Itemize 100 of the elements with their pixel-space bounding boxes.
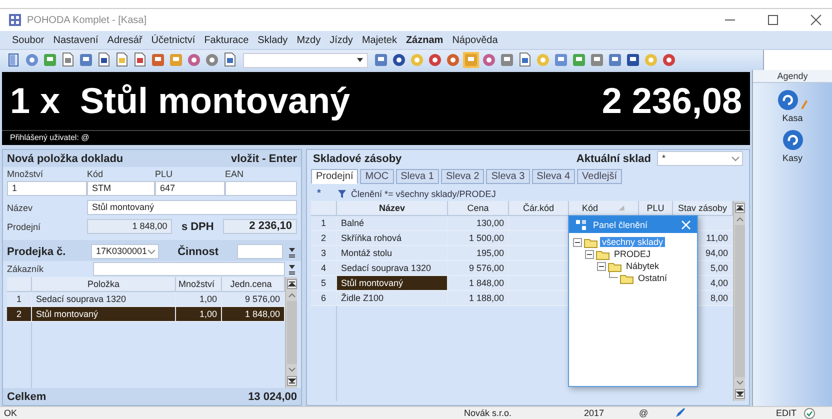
menu-item[interactable]: Záznam bbox=[406, 34, 444, 46]
table-cell bbox=[509, 276, 569, 291]
checkmark-icon bbox=[804, 408, 815, 418]
document-icon[interactable] bbox=[132, 52, 148, 68]
year-text: 2017 bbox=[584, 408, 606, 418]
warehouse-dropdown[interactable]: * bbox=[657, 151, 743, 166]
tab[interactable]: Sleva 1 bbox=[396, 169, 439, 184]
tab[interactable]: Sleva 4 bbox=[532, 169, 576, 184]
table-cell: 1 848,00 bbox=[448, 276, 509, 291]
scrollbar[interactable] bbox=[285, 277, 297, 388]
column-header[interactable]: Jedn.cena bbox=[222, 277, 285, 292]
row-number: 5 bbox=[311, 276, 337, 291]
header-cell bbox=[311, 201, 337, 216]
table-cell bbox=[509, 261, 569, 276]
row-number: 4 bbox=[311, 261, 337, 276]
vat-label: s DPH bbox=[180, 220, 215, 232]
circle-icon[interactable] bbox=[782, 129, 804, 151]
tree-item[interactable]: Ostatní bbox=[636, 273, 670, 283]
scrollbar[interactable] bbox=[733, 201, 745, 401]
tab[interactable]: MOC bbox=[360, 169, 394, 184]
table-cell: Židle Z100 bbox=[337, 291, 448, 306]
column-header[interactable]: Položka bbox=[32, 277, 176, 292]
display-item-text: 1 x Stůl montovaný bbox=[10, 80, 350, 122]
collapse-box-icon[interactable] bbox=[573, 238, 582, 246]
pen-icon bbox=[674, 408, 686, 418]
activity-field[interactable] bbox=[237, 244, 283, 259]
column-header[interactable]: Název bbox=[337, 201, 448, 216]
table-cell: 1,00 bbox=[176, 292, 222, 307]
table-cell: 9 576,00 bbox=[222, 292, 285, 307]
column-header[interactable]: Kód bbox=[569, 201, 639, 216]
receipt-number-dropdown[interactable]: 17K0300001 bbox=[91, 244, 160, 259]
column-header[interactable]: PLU bbox=[639, 201, 673, 216]
table-cell: Stůl montovaný bbox=[337, 276, 448, 291]
menu-item[interactable]: Majetek bbox=[362, 34, 397, 46]
document-icon[interactable] bbox=[517, 52, 533, 68]
document-icon[interactable] bbox=[96, 52, 112, 68]
tab[interactable]: Sleva 3 bbox=[486, 169, 530, 184]
table-cell: Sedací souprava 1320 bbox=[337, 261, 448, 276]
menu-item[interactable]: Adresář bbox=[107, 34, 142, 46]
field-label: Zákazník bbox=[7, 264, 45, 274]
table-cell bbox=[509, 216, 569, 231]
menu-item[interactable]: Nastavení bbox=[53, 34, 98, 46]
menu-item[interactable]: Fakturace bbox=[204, 34, 249, 46]
close-icon[interactable] bbox=[810, 14, 822, 26]
tab[interactable]: Vedlejší bbox=[577, 169, 622, 184]
menu-item[interactable]: Nápověda bbox=[452, 34, 498, 46]
chevron-down-icon bbox=[147, 248, 156, 254]
customer-field[interactable] bbox=[93, 262, 285, 276]
circle-icon[interactable] bbox=[777, 89, 799, 111]
scroll-top-icon[interactable] bbox=[286, 279, 296, 289]
scroll-bottom-icon[interactable] bbox=[286, 376, 296, 386]
tree-item[interactable]: PRODEJ bbox=[612, 249, 653, 259]
input-field[interactable]: 1 bbox=[7, 181, 87, 196]
menu-item[interactable]: Účetnictví bbox=[151, 34, 196, 46]
price-vat-field: 2 236,10 bbox=[223, 219, 297, 234]
column-header[interactable]: Čár.kód bbox=[509, 201, 569, 216]
enter-hint: vložit - Enter bbox=[230, 152, 297, 164]
scroll-top-icon[interactable] bbox=[734, 203, 744, 213]
column-header[interactable]: Stav zásoby bbox=[673, 201, 733, 216]
status-message: OK bbox=[3, 408, 18, 418]
filter-text: Členění *= všechny sklady/PRODEJ bbox=[351, 188, 496, 198]
document-icon[interactable] bbox=[114, 52, 130, 68]
row-number: 3 bbox=[311, 246, 337, 261]
sidebar-item[interactable]: Kasy bbox=[782, 153, 802, 163]
collapse-box-icon[interactable] bbox=[585, 250, 594, 258]
input-field[interactable] bbox=[225, 181, 297, 196]
section-title: Skladové zásoby bbox=[313, 152, 402, 164]
field-label: Název bbox=[7, 202, 34, 212]
collapse-box-icon[interactable] bbox=[597, 262, 606, 270]
column-header[interactable]: Cena bbox=[448, 201, 509, 216]
table-cell: 130,00 bbox=[448, 216, 509, 231]
tree-item[interactable]: Nábytek bbox=[624, 261, 662, 271]
table-cell: 1 500,00 bbox=[448, 231, 509, 246]
menu-item[interactable]: Sklady bbox=[258, 34, 288, 46]
field-label: EAN bbox=[225, 169, 245, 179]
input-field[interactable]: 647 bbox=[155, 181, 225, 196]
scrollbar-thumb[interactable] bbox=[734, 225, 744, 377]
scroll-bottom-icon[interactable] bbox=[734, 389, 744, 399]
table-cell: 195,00 bbox=[448, 246, 509, 261]
input-field[interactable]: Stůl montovaný bbox=[87, 200, 297, 215]
table-cell bbox=[509, 246, 569, 261]
scrollbar-thumb[interactable] bbox=[286, 301, 296, 364]
company-name: Novák s.r.o. bbox=[464, 408, 513, 418]
tab[interactable]: Sleva 2 bbox=[440, 169, 484, 184]
menu-item[interactable]: Jízdy bbox=[330, 34, 353, 46]
menu-item[interactable]: Mzdy bbox=[296, 34, 321, 46]
list-picker-icon[interactable] bbox=[287, 262, 297, 276]
input-field[interactable]: STM bbox=[87, 181, 155, 196]
maximize-icon[interactable] bbox=[767, 14, 779, 26]
menu-item[interactable]: Soubor bbox=[12, 34, 44, 46]
document-icon[interactable] bbox=[60, 52, 76, 68]
chevron-down-icon bbox=[731, 156, 740, 162]
document-icon[interactable] bbox=[222, 52, 238, 68]
column-header[interactable]: Množství bbox=[176, 277, 222, 292]
sidebar-item[interactable]: Kasa bbox=[782, 113, 803, 123]
tab[interactable]: Prodejní bbox=[311, 169, 358, 184]
table-cell: 1 188,00 bbox=[448, 291, 509, 306]
field-label: Množství bbox=[7, 169, 44, 179]
table-cell: 1,00 bbox=[176, 307, 222, 322]
table-cell bbox=[509, 231, 569, 246]
